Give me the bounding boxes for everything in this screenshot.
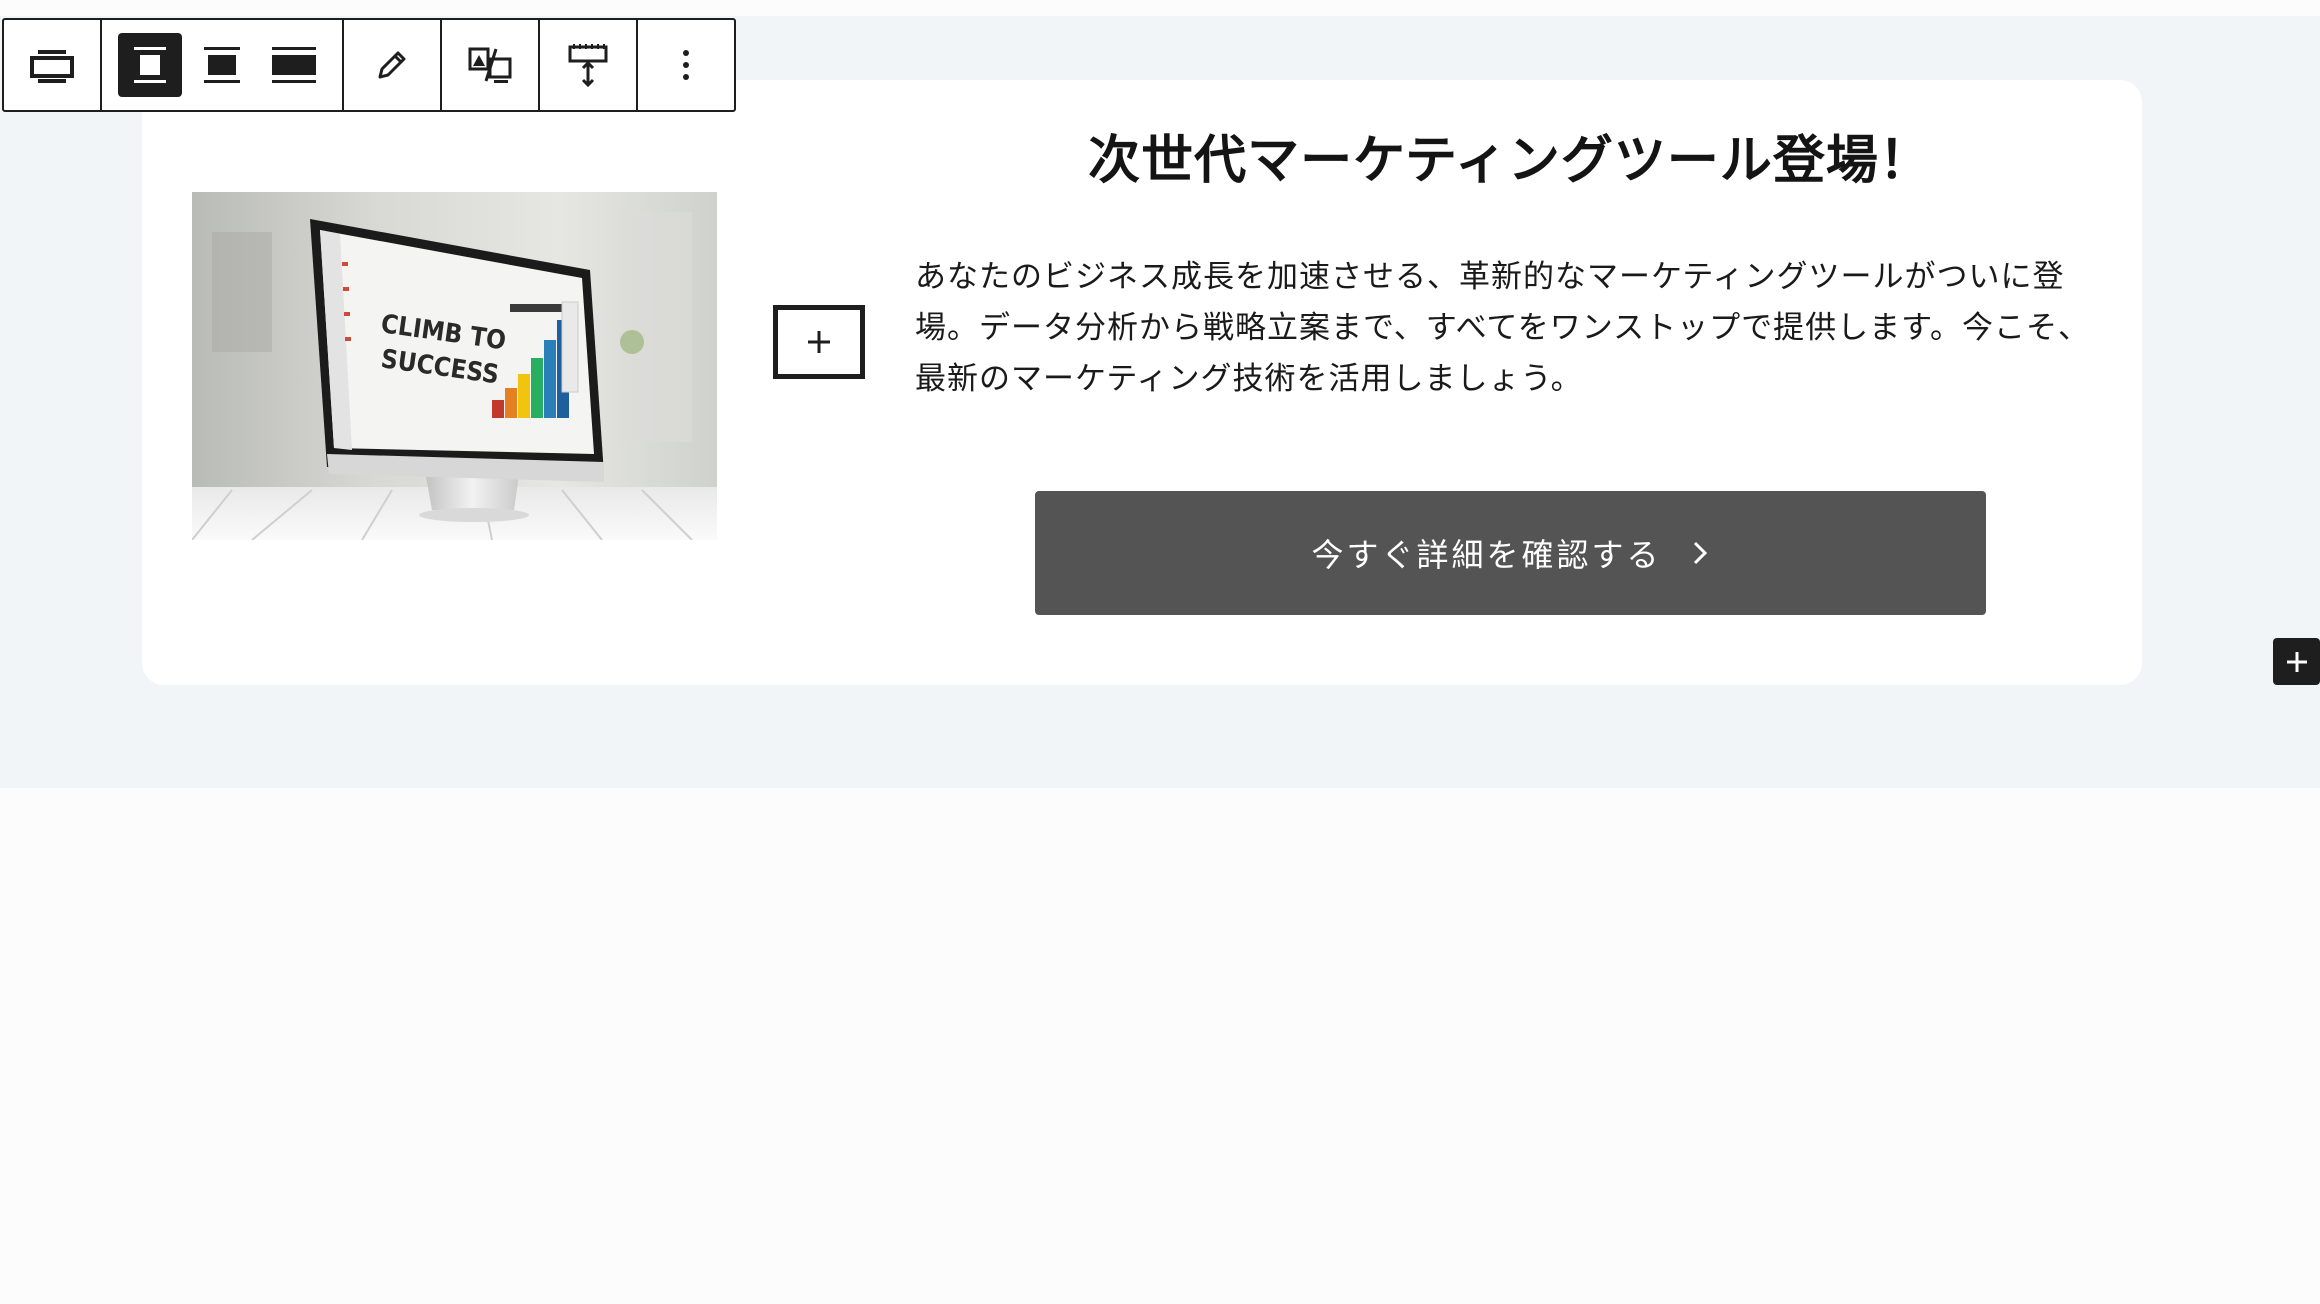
page-title[interactable]: 次世代マーケティングツール登場！ — [900, 125, 2120, 197]
toolbar-group-media — [440, 20, 538, 110]
align-full-icon[interactable] — [258, 29, 330, 101]
plus-icon — [2286, 651, 2307, 672]
block-inserter-button[interactable] — [2273, 638, 2320, 685]
toolbar-group-edit — [342, 20, 440, 110]
cta-button[interactable]: 今すぐ詳細を確認する — [1035, 491, 1986, 615]
block-type-icon[interactable] — [16, 29, 88, 101]
more-options-icon[interactable] — [650, 29, 722, 101]
description-paragraph[interactable]: あなたのビジネス成長を加速させる、革新的なマーケティングツールがついに登場。デー… — [915, 252, 2095, 405]
toolbar-group-alignment — [100, 20, 342, 110]
plus-icon — [808, 331, 830, 353]
toolbar-group-position — [538, 20, 636, 110]
block-toolbar — [2, 18, 736, 112]
cta-label: 今すぐ詳細を確認する — [1311, 536, 1662, 574]
add-block-button[interactable] — [773, 305, 865, 379]
edit-pencil-icon[interactable] — [356, 29, 428, 101]
replace-media-icon[interactable] — [454, 29, 526, 101]
change-position-icon[interactable] — [552, 29, 624, 101]
align-wide-icon[interactable] — [186, 29, 258, 101]
align-none-icon[interactable] — [118, 33, 182, 97]
hero-image[interactable]: CLIMB TO SUCCESS — [192, 192, 717, 540]
toolbar-group-options — [636, 20, 734, 110]
chevron-right-icon — [1690, 538, 1710, 568]
editor-canvas: CLIMB TO SUCCESS 次世代マーケティングツール登場！ あなたのビジ… — [0, 0, 2320, 1304]
toolbar-group-block-type — [4, 20, 100, 110]
